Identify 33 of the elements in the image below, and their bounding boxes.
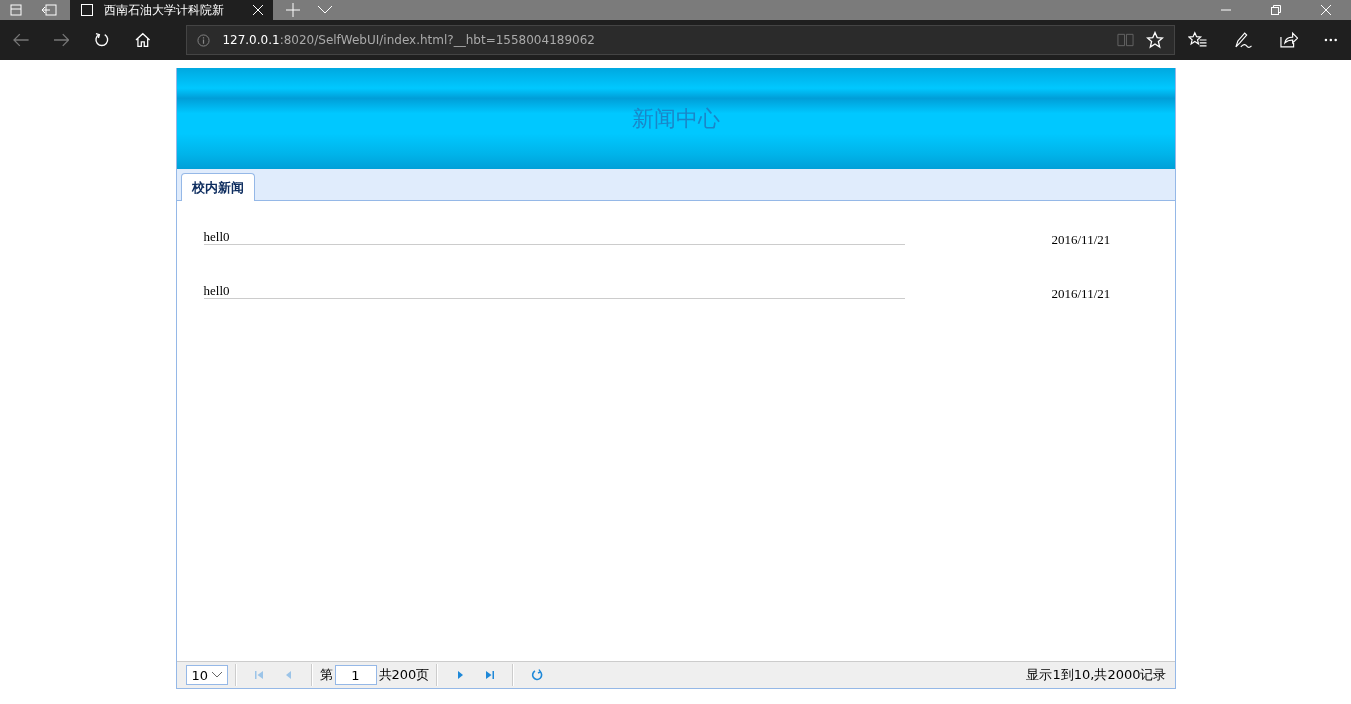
- url-text: 127.0.0.1:8020/SelfWebUI/index.html?__hbt=1558004189062: [222, 33, 595, 47]
- info-icon: [197, 33, 211, 47]
- page-size-select[interactable]: 10: [185, 665, 228, 685]
- page-label: 第: [319, 666, 333, 684]
- browser-tab[interactable]: 西南石油大学计科院新: [70, 0, 273, 20]
- news-date: 2016/11/21: [1051, 285, 1111, 303]
- favorites-icon[interactable]: [1187, 31, 1208, 49]
- star-icon[interactable]: [1145, 31, 1164, 49]
- back-icon[interactable]: [13, 33, 29, 47]
- record-summary: 显示1到10,共2000记录: [1026, 666, 1167, 684]
- home-icon[interactable]: [134, 32, 151, 48]
- more-icon[interactable]: [1324, 38, 1338, 42]
- page-title: 新闻中心: [631, 104, 720, 133]
- restore-icon[interactable]: [1271, 5, 1281, 15]
- chevron-down-icon[interactable]: [318, 6, 332, 14]
- page-total: 共200页: [378, 666, 430, 684]
- tabs-aside-icon[interactable]: [9, 3, 23, 17]
- news-tab[interactable]: 校内新闻: [180, 173, 255, 201]
- forward-icon[interactable]: [53, 33, 70, 47]
- news-title[interactable]: hell0: [203, 283, 905, 299]
- close-icon[interactable]: [253, 5, 263, 15]
- page-number-field[interactable]: 1: [334, 665, 377, 685]
- new-tab-icon[interactable]: [286, 3, 300, 17]
- share-icon[interactable]: [1278, 31, 1299, 49]
- chevron-down-icon: [211, 672, 222, 678]
- news-title[interactable]: hell0: [203, 229, 905, 245]
- reading-view-icon[interactable]: [1116, 33, 1134, 47]
- news-date: 2016/11/21: [1051, 231, 1111, 249]
- address-bar[interactable]: 127.0.0.1:8020/SelfWebUI/index.html?__hbt=1558004189062: [186, 25, 1175, 55]
- page-icon: [80, 3, 94, 17]
- pen-icon[interactable]: [1233, 31, 1253, 49]
- last-page-icon[interactable]: [485, 670, 496, 680]
- back-tabs-icon[interactable]: [41, 3, 57, 17]
